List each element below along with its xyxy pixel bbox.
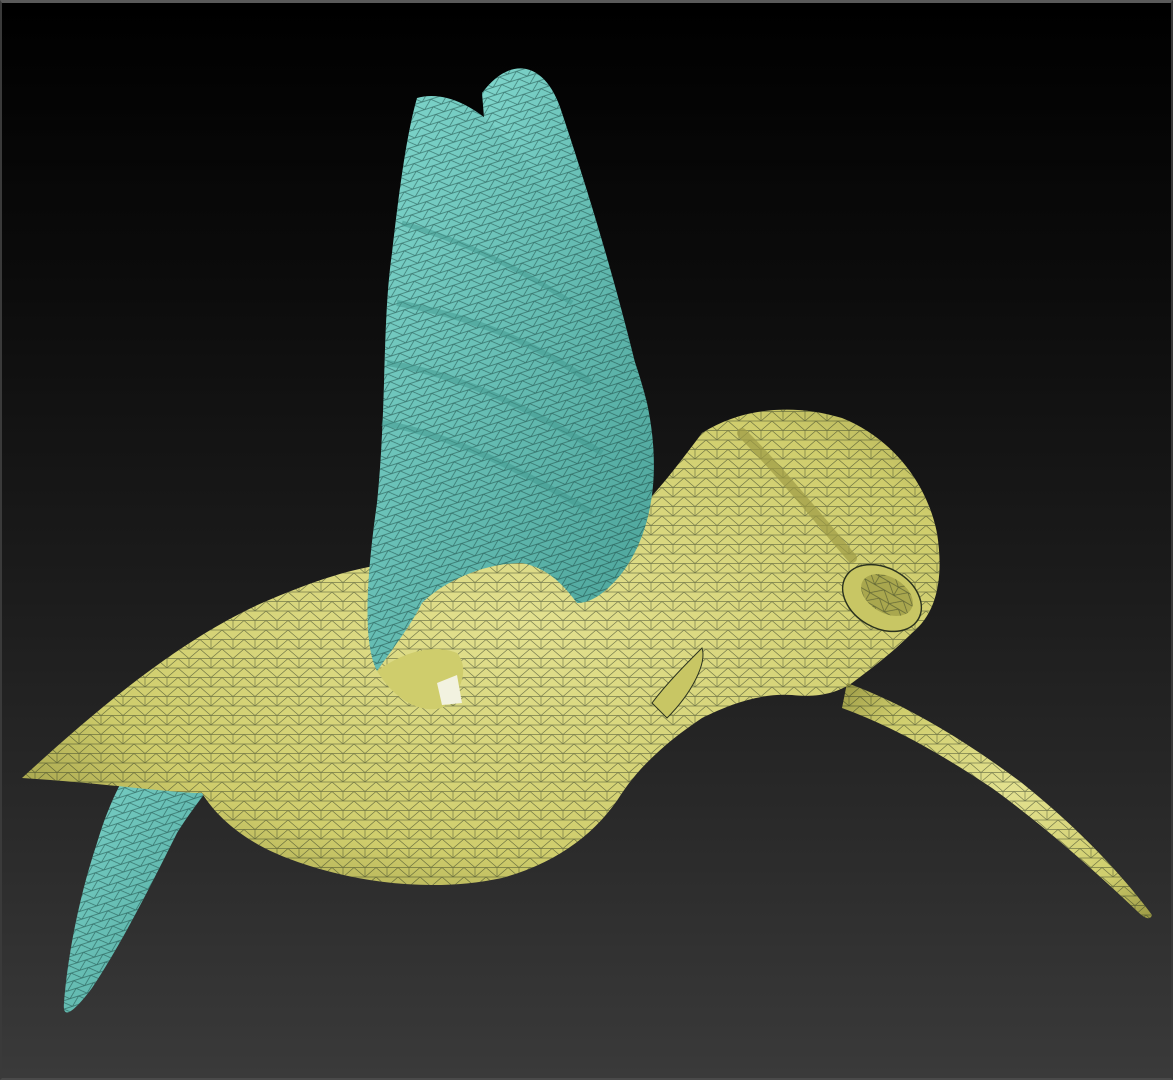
beak — [842, 683, 1152, 919]
hummingbird-mesh[interactable] — [2, 3, 1171, 1078]
3d-viewport[interactable] — [0, 0, 1173, 1080]
